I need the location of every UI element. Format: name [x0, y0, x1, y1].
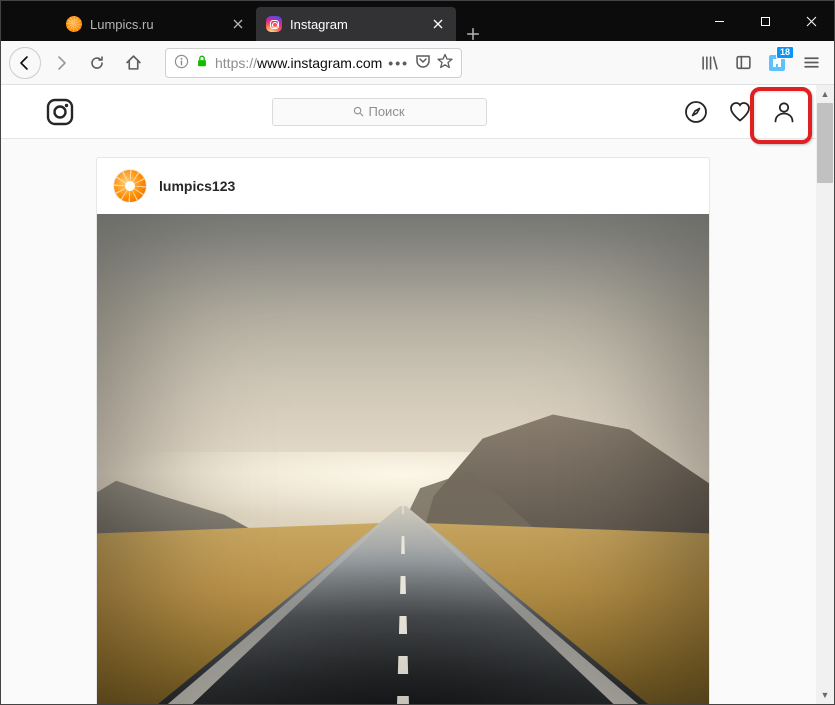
browser-toolbar: https://www.instagram.com ••• 18	[1, 41, 834, 85]
feed-post: lumpics123	[96, 157, 710, 704]
favicon-lumpics	[66, 16, 82, 32]
tab-label: Instagram	[290, 17, 430, 32]
post-author-avatar[interactable]	[113, 169, 147, 203]
post-author-username[interactable]: lumpics123	[159, 178, 235, 194]
explore-button[interactable]	[684, 100, 708, 124]
url-text: https://www.instagram.com	[215, 55, 382, 71]
tab-close-icon[interactable]	[430, 16, 446, 32]
activity-heart-button[interactable]	[728, 100, 752, 124]
extension-badge: 18	[776, 46, 794, 59]
pocket-icon[interactable]	[415, 53, 431, 72]
favicon-instagram	[266, 16, 282, 32]
window-controls	[696, 1, 834, 41]
sidebar-button[interactable]	[728, 48, 758, 78]
app-menu-button[interactable]	[796, 54, 826, 71]
browser-tab-lumpics[interactable]: Lumpics.ru	[56, 7, 256, 41]
nav-home-button[interactable]	[117, 47, 149, 79]
instagram-search-input[interactable]: Поиск	[272, 98, 487, 126]
window-titlebar: Lumpics.ru Instagram	[1, 1, 834, 41]
nav-back-button[interactable]	[9, 47, 41, 79]
post-image[interactable]	[97, 214, 709, 704]
page-actions-icon[interactable]: •••	[388, 55, 409, 71]
bookmark-star-icon[interactable]	[437, 53, 453, 72]
window-close-button[interactable]	[788, 1, 834, 41]
scroll-down-button[interactable]: ▼	[816, 686, 834, 704]
site-info-icon[interactable]	[174, 54, 189, 72]
scroll-thumb[interactable]	[817, 103, 833, 183]
nav-forward-button	[45, 47, 77, 79]
tab-close-icon[interactable]	[230, 16, 246, 32]
instagram-header: Поиск	[1, 85, 816, 139]
address-bar[interactable]: https://www.instagram.com •••	[165, 48, 462, 78]
url-host: www.instagram.com	[257, 55, 382, 71]
browser-tab-instagram[interactable]: Instagram	[256, 7, 456, 41]
annotation-highlight	[750, 87, 812, 144]
new-tab-button[interactable]	[456, 27, 490, 41]
vertical-scrollbar[interactable]: ▲ ▼	[816, 85, 834, 704]
search-placeholder: Поиск	[368, 104, 404, 119]
post-header: lumpics123	[97, 158, 709, 214]
page-content: Поиск lumpics123	[1, 85, 816, 704]
browser-tabs: Lumpics.ru Instagram	[1, 1, 696, 41]
window-maximize-button[interactable]	[742, 1, 788, 41]
instagram-feed: lumpics123	[1, 139, 816, 704]
instagram-logo-icon[interactable]	[46, 98, 74, 126]
url-scheme: https://	[215, 55, 257, 71]
window-minimize-button[interactable]	[696, 1, 742, 41]
extension-button[interactable]: 18	[762, 48, 792, 78]
scroll-up-button[interactable]: ▲	[816, 85, 834, 103]
lock-icon[interactable]	[195, 54, 209, 71]
nav-reload-button[interactable]	[81, 47, 113, 79]
library-button[interactable]	[694, 48, 724, 78]
tab-label: Lumpics.ru	[90, 17, 230, 32]
search-icon	[353, 106, 364, 117]
